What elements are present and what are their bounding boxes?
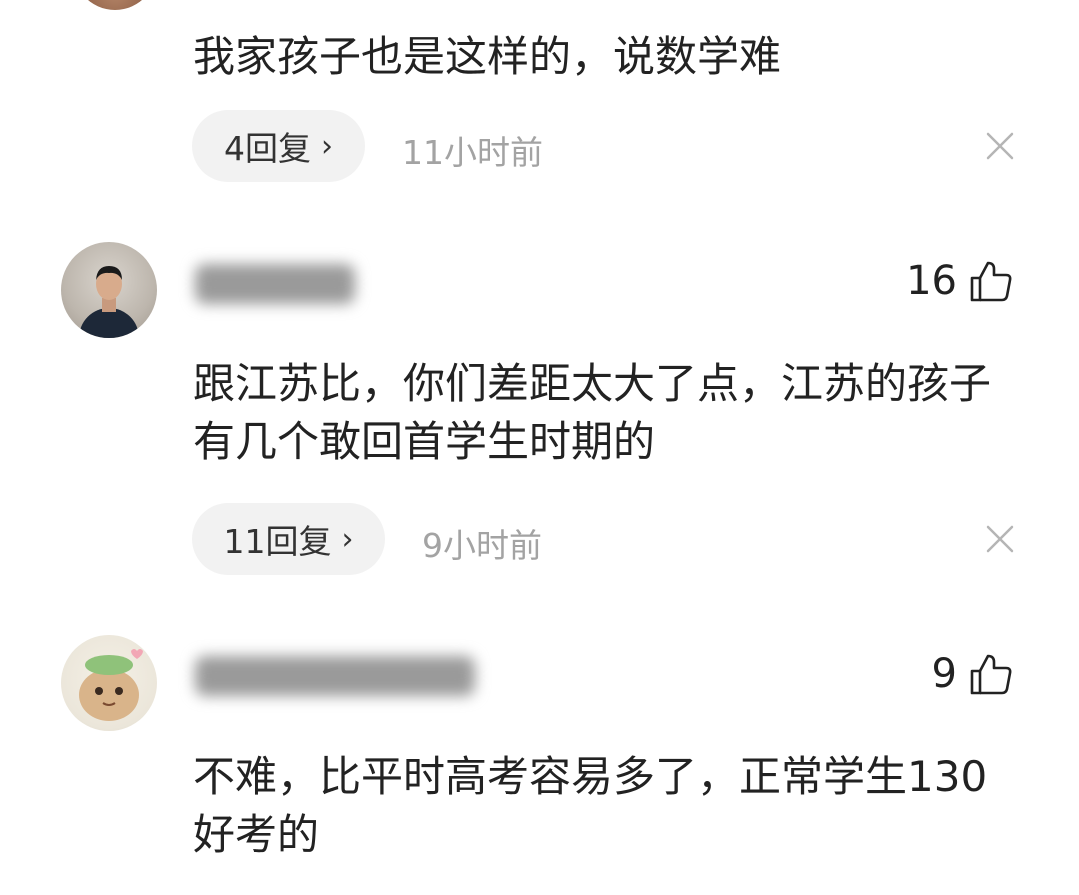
comment-text: 我家孩子也是这样的，说数学难 <box>193 32 782 81</box>
chevron-right-icon: › <box>341 521 354 557</box>
username-blurred[interactable] <box>195 656 475 696</box>
close-icon[interactable] <box>985 524 1015 554</box>
comment-timestamp: 11小时前 <box>402 133 543 172</box>
comment-timestamp: 9小时前 <box>422 526 542 565</box>
like-count: 9 <box>931 651 957 697</box>
comment-text: 不难，比平时高考容易多了，正常学生130好考的 <box>193 752 988 859</box>
reply-count-label: 11回复 <box>223 522 332 561</box>
replies-button[interactable]: 11回复 › <box>192 503 385 575</box>
avatar[interactable] <box>61 242 157 338</box>
comment-text: 跟江苏比，你们差距太大了点，江苏的孩子有几个敢回首学生时期的 <box>193 359 992 466</box>
avatar-photo <box>79 266 139 338</box>
like-button[interactable]: 9 <box>932 651 1013 697</box>
username-blurred[interactable] <box>195 264 355 304</box>
reply-count-label: 4回复 <box>224 129 311 168</box>
avatar[interactable] <box>61 635 157 731</box>
close-icon[interactable] <box>985 131 1015 161</box>
replies-button[interactable]: 4回复 › <box>192 110 365 182</box>
like-count: 16 <box>906 258 957 304</box>
thumbs-up-icon <box>970 654 1012 695</box>
thumbs-up-icon <box>970 261 1012 302</box>
avatar-cartoon <box>79 649 143 721</box>
like-button[interactable]: 16 <box>906 258 1013 304</box>
avatar[interactable] <box>70 0 160 10</box>
chevron-right-icon: › <box>321 128 333 164</box>
